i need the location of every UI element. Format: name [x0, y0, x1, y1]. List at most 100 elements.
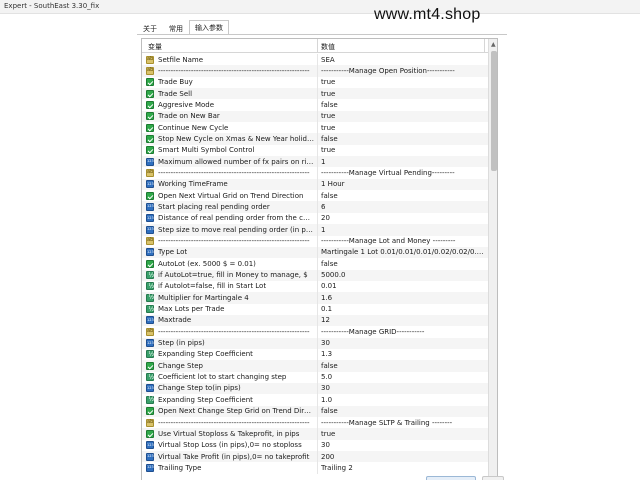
parameter-row[interactable]: Max Lots per Trade 0.1 [142, 303, 488, 315]
parameter-value[interactable]: true [321, 124, 485, 132]
parameter-value[interactable]: 200 [321, 453, 485, 461]
parameter-value[interactable]: false [321, 192, 485, 200]
parameter-value[interactable]: -----------Manage SLTP & Trailing ------… [321, 419, 485, 427]
tab-about[interactable]: 关于 [137, 21, 163, 35]
parameter-name: Multiplier for Martingale 4 [158, 293, 249, 302]
parameter-value[interactable]: 30 [321, 384, 485, 392]
parameter-value[interactable]: false [321, 135, 485, 143]
parameter-row[interactable]: Coefficient lot to start changing step 5.… [142, 371, 488, 383]
integer-type-icon [146, 339, 154, 348]
parameter-row[interactable]: Multiplier for Martingale 4 1.6 [142, 292, 488, 304]
parameter-value[interactable]: false [321, 407, 485, 415]
parameter-value[interactable]: true [321, 146, 485, 154]
parameter-row[interactable]: Trailing Type Trailing 2 [142, 462, 488, 474]
column-header-value[interactable]: 数值 [321, 42, 335, 52]
parameter-name: if Autolot=false, fill in Start Lot [158, 282, 267, 291]
integer-type-icon [146, 214, 154, 223]
parameter-value[interactable]: 20 [321, 214, 485, 222]
parameter-value[interactable]: true [321, 78, 485, 86]
parameter-value[interactable]: 6 [321, 203, 485, 211]
parameter-row[interactable]: ----------------------------------------… [142, 326, 488, 338]
tab-common[interactable]: 常用 [163, 21, 189, 35]
parameter-row[interactable]: Start placing real pending order 6 [142, 201, 488, 213]
parameter-row[interactable]: Trade on New Bar true [142, 110, 488, 123]
parameter-row[interactable]: Working TimeFrame 1 Hour [142, 178, 488, 191]
scrollbar-thumb[interactable] [491, 51, 497, 171]
parameter-value[interactable]: true [321, 90, 485, 98]
bool-type-icon [146, 123, 154, 132]
parameter-row[interactable]: if Autolot=false, fill in Start Lot 0.01 [142, 280, 488, 293]
parameter-row[interactable]: Virtual Take Profit (in pips),0= no take… [142, 451, 488, 463]
parameter-name: Trade Buy [158, 78, 193, 87]
parameter-value[interactable]: 0.1 [321, 305, 485, 313]
parameter-row[interactable]: ----------------------------------------… [142, 417, 488, 429]
parameter-value[interactable]: false [321, 101, 485, 109]
parameter-row[interactable]: Distance of real pending order from the … [142, 212, 488, 225]
window-title: Expert - SouthEast 3.30_fix [4, 2, 100, 10]
parameter-row[interactable]: Open Next Change Step Grid on Trend Dire… [142, 405, 488, 417]
column-header-variable[interactable]: 变量 [148, 42, 162, 52]
parameter-value[interactable]: 30 [321, 441, 485, 449]
vertical-scrollbar[interactable]: ▲ [488, 39, 497, 480]
parameter-value[interactable]: Martingale 1 Lot 0.01/0.01/0.01/0.02/0.0… [321, 248, 485, 256]
parameter-name: Expanding Step Coefficient [158, 350, 253, 359]
parameter-row[interactable]: ----------------------------------------… [142, 65, 488, 77]
scroll-up-icon[interactable]: ▲ [491, 41, 496, 48]
parameter-value[interactable]: -----------Manage Open Position---------… [321, 67, 485, 75]
ok-button[interactable] [426, 476, 476, 480]
parameter-value[interactable]: true [321, 112, 485, 120]
cell-divider [317, 360, 318, 372]
parameter-row[interactable]: Use Virtual Stoploss & Takeprofit, in pi… [142, 428, 488, 440]
parameter-row[interactable]: Stop New Cycle on Xmas & New Year holida… [142, 133, 488, 145]
parameter-row[interactable]: Maxtrade 12 [142, 314, 488, 327]
parameter-value[interactable]: -----------Manage Virtual Pending-------… [321, 169, 485, 177]
parameter-row[interactable]: Smart Multi Symbol Control true [142, 144, 488, 157]
parameter-row[interactable]: Maximum allowed number of fx pairs on ri… [142, 156, 488, 168]
parameter-row[interactable]: Open Next Virtual Grid on Trend Directio… [142, 190, 488, 202]
parameter-value[interactable]: 1.0 [321, 396, 485, 404]
parameter-value[interactable]: 1.3 [321, 350, 485, 358]
cancel-button[interactable] [482, 476, 504, 480]
parameter-value[interactable]: 30 [321, 339, 485, 347]
parameter-row[interactable]: Trade Sell true [142, 88, 488, 100]
parameter-row[interactable]: ----------------------------------------… [142, 167, 488, 179]
parameter-value[interactable]: 5.0 [321, 373, 485, 381]
parameter-row[interactable]: Expanding Step Coefficient 1.3 [142, 348, 488, 361]
parameter-value[interactable]: 0.01 [321, 282, 485, 290]
cell-divider [317, 167, 318, 179]
cell-divider [317, 348, 318, 361]
parameter-name: Aggresive Mode [158, 100, 215, 109]
parameter-row[interactable]: Virtual Stop Loss (in pips),0= no stoplo… [142, 439, 488, 452]
parameter-row[interactable]: Trade Buy true [142, 76, 488, 89]
column-divider[interactable] [317, 39, 318, 53]
parameter-value[interactable]: 1 [321, 158, 485, 166]
parameter-value[interactable]: 1 Hour [321, 180, 485, 188]
parameter-row[interactable]: Continue New Cycle true [142, 122, 488, 134]
parameter-value[interactable]: 1 [321, 226, 485, 234]
cell-divider [317, 462, 318, 474]
tab-inputs[interactable]: 输入参数 [189, 20, 229, 35]
parameter-row[interactable]: Change Step false [142, 360, 488, 372]
double-type-icon [146, 350, 154, 359]
parameter-row[interactable]: Aggresive Mode false [142, 99, 488, 111]
parameter-value[interactable]: true [321, 430, 485, 438]
integer-type-icon [146, 316, 154, 325]
parameter-row[interactable]: Expanding Step Coefficient 1.0 [142, 394, 488, 406]
parameter-row[interactable]: Step (in pips) 30 [142, 337, 488, 349]
parameter-value[interactable]: SEA [321, 56, 485, 64]
parameter-row[interactable]: Type Lot Martingale 1 Lot 0.01/0.01/0.01/… [142, 246, 488, 259]
parameter-row[interactable]: ----------------------------------------… [142, 235, 488, 247]
parameter-row[interactable]: AutoLot (ex. 5000 $ = 0.01) false [142, 258, 488, 270]
parameter-row[interactable]: Step size to move real pending order (in… [142, 224, 488, 236]
parameter-value[interactable]: false [321, 260, 485, 268]
parameter-value[interactable]: 5000.0 [321, 271, 485, 279]
parameter-value[interactable]: 12 [321, 316, 485, 324]
parameter-row[interactable]: Setfile Name SEA [142, 54, 488, 66]
parameter-row[interactable]: Change Step to(in pips) 30 [142, 382, 488, 395]
parameter-value[interactable]: -----------Manage GRID----------- [321, 328, 485, 336]
parameter-value[interactable]: 1.6 [321, 294, 485, 302]
parameter-value[interactable]: Trailing 2 [321, 464, 485, 472]
parameter-value[interactable]: -----------Manage Lot and Money --------… [321, 237, 485, 245]
parameter-row[interactable]: if AutoLot=true, fill in Money to manage… [142, 269, 488, 281]
parameter-value[interactable]: false [321, 362, 485, 370]
